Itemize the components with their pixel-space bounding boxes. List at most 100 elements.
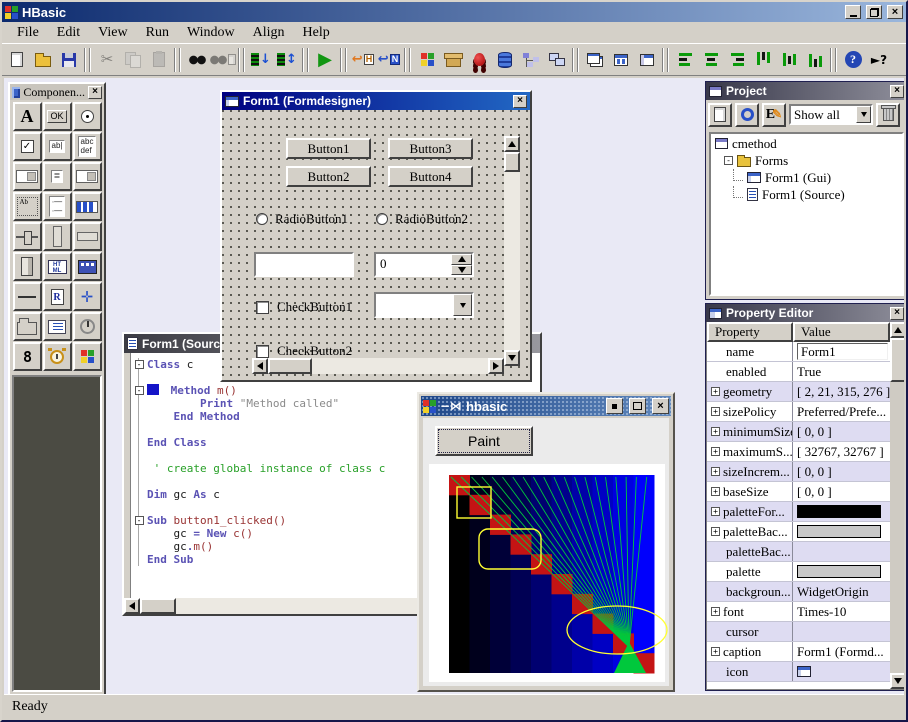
property-value-cell[interactable]: [793, 562, 890, 581]
property-row-sizePolicy[interactable]: +sizePolicyPreferred/Prefe...: [707, 402, 890, 422]
scroll-down-button[interactable]: [504, 350, 520, 366]
property-row-paletteBac[interactable]: +paletteBac...: [707, 522, 890, 542]
toolbar-save-button[interactable]: [56, 47, 82, 73]
palette-item-spinbox[interactable]: [73, 162, 102, 191]
palette-item-line[interactable]: [13, 282, 42, 311]
property-row-name[interactable]: nameForm1: [707, 342, 890, 362]
property-value-cell[interactable]: [ 0, 0 ]: [793, 422, 890, 441]
property-value-cell[interactable]: Form1 (Formd...: [793, 642, 890, 661]
scroll-left-button[interactable]: [124, 598, 140, 614]
palette-item-treeview[interactable]: [43, 312, 72, 341]
toolbar-paste-button[interactable]: [146, 47, 172, 73]
property-name-cell[interactable]: palette: [707, 562, 793, 581]
spin-up-button[interactable]: [451, 254, 472, 265]
property-row-sizeIncrem[interactable]: +sizeIncrem...[ 0, 0 ]: [707, 462, 890, 482]
palette-item-dial[interactable]: [73, 312, 102, 341]
toolbar-align-right-button[interactable]: [724, 47, 750, 73]
palette-item-combobox[interactable]: [13, 162, 42, 191]
expand-icon[interactable]: +: [711, 487, 720, 496]
runtime-maximize-button[interactable]: [629, 398, 646, 414]
palette-item-lcdnumber[interactable]: 8: [13, 342, 42, 371]
menu-help[interactable]: Help: [294, 23, 339, 43]
value-editor[interactable]: Form1: [797, 343, 888, 360]
designed-combobox[interactable]: [374, 292, 474, 318]
property-name-cell[interactable]: +font: [707, 602, 793, 621]
toolbar-whats-this-button[interactable]: ►?: [866, 47, 892, 73]
toolbar-align-left-button[interactable]: [672, 47, 698, 73]
scroll-thumb[interactable]: [140, 598, 176, 614]
expand-icon[interactable]: +: [711, 387, 720, 396]
designed-button3[interactable]: Button3: [388, 138, 473, 159]
project-close-button[interactable]: ×: [890, 85, 904, 98]
palette-item-reportview[interactable]: R: [43, 282, 72, 311]
palette-item-htmlview[interactable]: HTML: [43, 252, 72, 281]
toolbar-gui-editor-button[interactable]: [414, 47, 440, 73]
scroll-track[interactable]: [504, 172, 520, 350]
toolbar-align-middle-button[interactable]: [776, 47, 802, 73]
fold-marker-icon[interactable]: -: [135, 516, 144, 525]
property-row-icon[interactable]: icon: [707, 662, 890, 682]
project-tree-item-form1-gui-[interactable]: Form1 (Gui): [711, 169, 902, 186]
property-name-cell[interactable]: +geometry: [707, 382, 793, 401]
toolbar-align-bottom-button[interactable]: [802, 47, 828, 73]
property-row-cursor[interactable]: cursor: [707, 622, 890, 642]
designer-hscrollbar[interactable]: [252, 358, 504, 374]
scroll-thumb[interactable]: [890, 338, 904, 382]
property-row-minimumSize[interactable]: +minimumSize[ 0, 0 ]: [707, 422, 890, 442]
property-name-cell[interactable]: +sizeIncrem...: [707, 462, 793, 481]
palette-item-panel[interactable]: [13, 252, 42, 281]
project-filter-dropdown[interactable]: Show all: [789, 104, 873, 125]
property-value-cell[interactable]: [ 2, 21, 315, 276 ]: [793, 382, 890, 401]
property-row-enabled[interactable]: enabledTrue: [707, 362, 890, 382]
expand-icon[interactable]: +: [711, 427, 720, 436]
property-name-cell[interactable]: paletteBac...: [707, 542, 793, 561]
project-tree-item-form1-source-[interactable]: Form1 (Source): [711, 186, 902, 203]
property-row-caption[interactable]: +captionForm1 (Formd...: [707, 642, 890, 662]
value-column-header[interactable]: Value: [793, 322, 890, 342]
property-editor-titlebar[interactable]: Property Editor ×: [706, 304, 904, 322]
toolbar-open-button[interactable]: [30, 47, 56, 73]
property-row-palette[interactable]: palette: [707, 562, 890, 582]
expand-icon[interactable]: +: [711, 607, 720, 616]
expand-icon[interactable]: +: [711, 447, 720, 456]
menu-edit[interactable]: Edit: [48, 23, 89, 43]
palette-item-textedit[interactable]: abcdef: [73, 132, 102, 161]
designed-radiobutton2[interactable]: RadioButton2: [376, 211, 468, 227]
property-row-maximumS[interactable]: +maximumS...[ 32767, 32767 ]: [707, 442, 890, 462]
toolbar-find-files-button[interactable]: [210, 47, 236, 73]
runtime-titlebar[interactable]: −⋈ hbasic ×: [421, 396, 671, 416]
toolbar-bookmark-updown-button[interactable]: ↕: [274, 47, 300, 73]
runtime-close-button[interactable]: ×: [652, 398, 669, 414]
toolbar-goto-h-button[interactable]: ↩H: [350, 47, 376, 73]
expand-icon[interactable]: +: [711, 467, 720, 476]
formdesigner-titlebar[interactable]: Form1 (Formdesigner) ×: [222, 92, 530, 110]
palette-item-listbox[interactable]: ≣: [43, 162, 72, 191]
designed-lineedit[interactable]: [254, 252, 354, 277]
toolbar-find-button[interactable]: [184, 47, 210, 73]
project-tree-item-cmethod[interactable]: cmethod: [711, 135, 902, 152]
property-value-cell[interactable]: Form1: [793, 342, 890, 361]
palette-item-progressbar[interactable]: [73, 192, 102, 221]
property-value-cell[interactable]: [793, 622, 890, 641]
project-edit-button[interactable]: E✎: [762, 103, 786, 127]
close-button[interactable]: ×: [887, 5, 903, 19]
property-name-cell[interactable]: +paletteFor...: [707, 502, 793, 521]
palette-item-scrollbar-vertical[interactable]: [43, 222, 72, 251]
project-tree-item-forms[interactable]: -Forms: [711, 152, 902, 169]
expand-icon[interactable]: +: [711, 527, 720, 536]
property-value-cell[interactable]: Times-10: [793, 602, 890, 621]
property-value-cell[interactable]: [793, 522, 890, 541]
toolbar-run-button[interactable]: ▶: [312, 47, 338, 73]
scroll-up-button[interactable]: [504, 136, 520, 152]
designed-button4[interactable]: Button4: [388, 166, 473, 187]
formdesigner-close-button[interactable]: ×: [513, 95, 527, 108]
toolbar-goto-n-button[interactable]: ↩N: [376, 47, 402, 73]
runtime-minimize-button[interactable]: [606, 398, 623, 414]
palette-close-button[interactable]: ×: [88, 86, 102, 99]
palette-item-groupbox[interactable]: Ab: [13, 192, 42, 221]
palette-item-pushbutton[interactable]: OK: [43, 102, 72, 131]
scroll-left-button[interactable]: [252, 358, 268, 374]
menu-view[interactable]: View: [89, 23, 136, 43]
palette-item-dialog[interactable]: [73, 252, 102, 281]
property-value-cell[interactable]: [ 0, 0 ]: [793, 462, 890, 481]
